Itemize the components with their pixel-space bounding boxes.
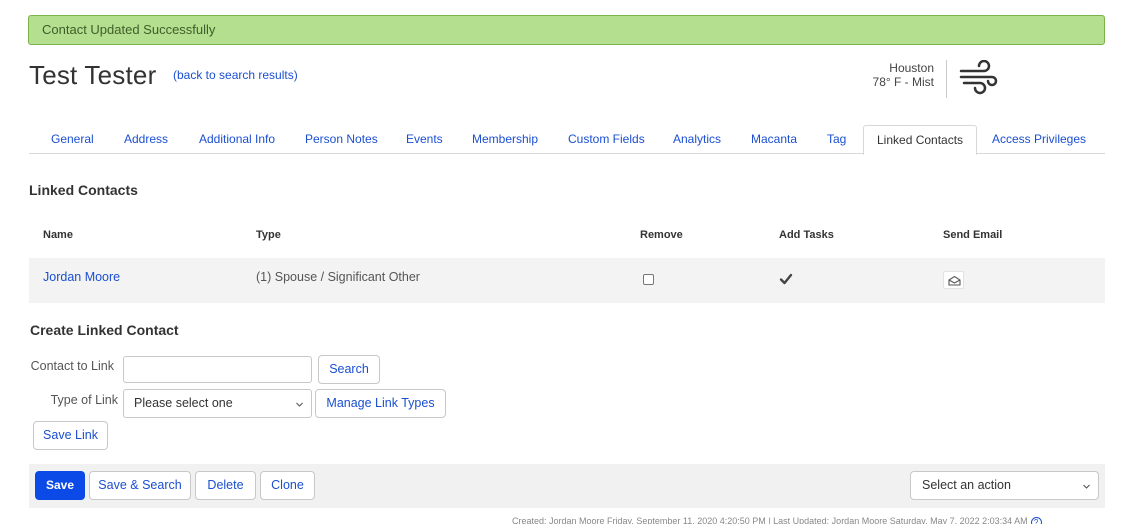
save-button[interactable]: Save — [35, 471, 85, 500]
success-message: Contact Updated Successfully — [42, 22, 216, 37]
back-to-search-link[interactable]: (back to search results) — [173, 68, 298, 82]
linked-contact-type: (1) Spouse / Significant Other — [256, 270, 420, 284]
tab-linked-contacts[interactable]: Linked Contacts — [863, 125, 978, 155]
column-type: Type — [256, 229, 281, 241]
column-remove: Remove — [640, 229, 683, 241]
tab-macanta[interactable]: Macanta — [751, 125, 797, 154]
tab-membership[interactable]: Membership — [472, 125, 538, 154]
tab-additional-info[interactable]: Additional Info — [199, 125, 275, 154]
column-send-email: Send Email — [943, 229, 1003, 241]
tab-address[interactable]: Address — [124, 125, 168, 154]
wind-icon — [959, 60, 998, 95]
tab-analytics[interactable]: Analytics — [673, 125, 721, 154]
remove-checkbox[interactable] — [643, 274, 654, 285]
type-of-link-value: Please select one — [134, 396, 233, 410]
chevron-down-icon — [1083, 484, 1090, 489]
table-row: Jordan Moore (1) Spouse / Significant Ot… — [29, 258, 1105, 303]
tab-access-privileges[interactable]: Access Privileges — [992, 125, 1086, 154]
type-of-link-select[interactable]: Please select one — [123, 389, 312, 418]
record-metadata: Created: Jordan Moore Friday, September … — [512, 516, 1042, 524]
footer-action-bar: Save Save & Search Delete Clone Select a… — [29, 464, 1105, 508]
clone-button[interactable]: Clone — [260, 471, 315, 500]
weather-condition: 78° F - Mist — [872, 75, 934, 89]
chevron-down-icon — [296, 402, 303, 407]
record-metadata-text: Created: Jordan Moore Friday, September … — [512, 516, 1028, 524]
success-banner: Contact Updated Successfully — [28, 15, 1105, 45]
action-select-value: Select an action — [922, 478, 1011, 492]
column-name: Name — [43, 229, 73, 241]
checkmark-icon[interactable] — [779, 272, 793, 286]
weather-divider — [946, 60, 947, 98]
tab-bar: General Address Additional Info Person N… — [29, 125, 1105, 155]
weather-widget: Houston 78° F - Mist — [866, 60, 1006, 98]
linked-contacts-title: Linked Contacts — [29, 182, 138, 198]
delete-button[interactable]: Delete — [195, 471, 256, 500]
type-of-link-label: Type of Link — [50, 393, 118, 407]
save-and-search-button[interactable]: Save & Search — [89, 471, 191, 500]
search-button[interactable]: Search — [318, 355, 380, 384]
tab-person-notes[interactable]: Person Notes — [305, 125, 378, 154]
page-title: Test Tester — [29, 60, 157, 90]
help-icon[interactable]: ? — [1030, 517, 1042, 524]
save-link-button[interactable]: Save Link — [33, 421, 108, 450]
tab-events[interactable]: Events — [406, 125, 443, 154]
contact-to-link-label: Contact to Link — [30, 359, 114, 373]
send-email-icon[interactable] — [943, 271, 964, 289]
tab-custom-fields[interactable]: Custom Fields — [568, 125, 645, 154]
action-select[interactable]: Select an action — [910, 471, 1099, 500]
tab-tag[interactable]: Tag — [827, 125, 846, 154]
tab-general[interactable]: General — [51, 125, 94, 154]
contact-to-link-input[interactable] — [123, 356, 312, 383]
create-linked-contact-title: Create Linked Contact — [30, 322, 179, 338]
manage-link-types-button[interactable]: Manage Link Types — [315, 389, 446, 418]
weather-city: Houston — [889, 61, 934, 75]
column-add-tasks: Add Tasks — [779, 229, 834, 241]
linked-contacts-table-header: Name Type Remove Add Tasks Send Email — [29, 220, 1105, 256]
linked-contact-name-link[interactable]: Jordan Moore — [43, 270, 120, 284]
